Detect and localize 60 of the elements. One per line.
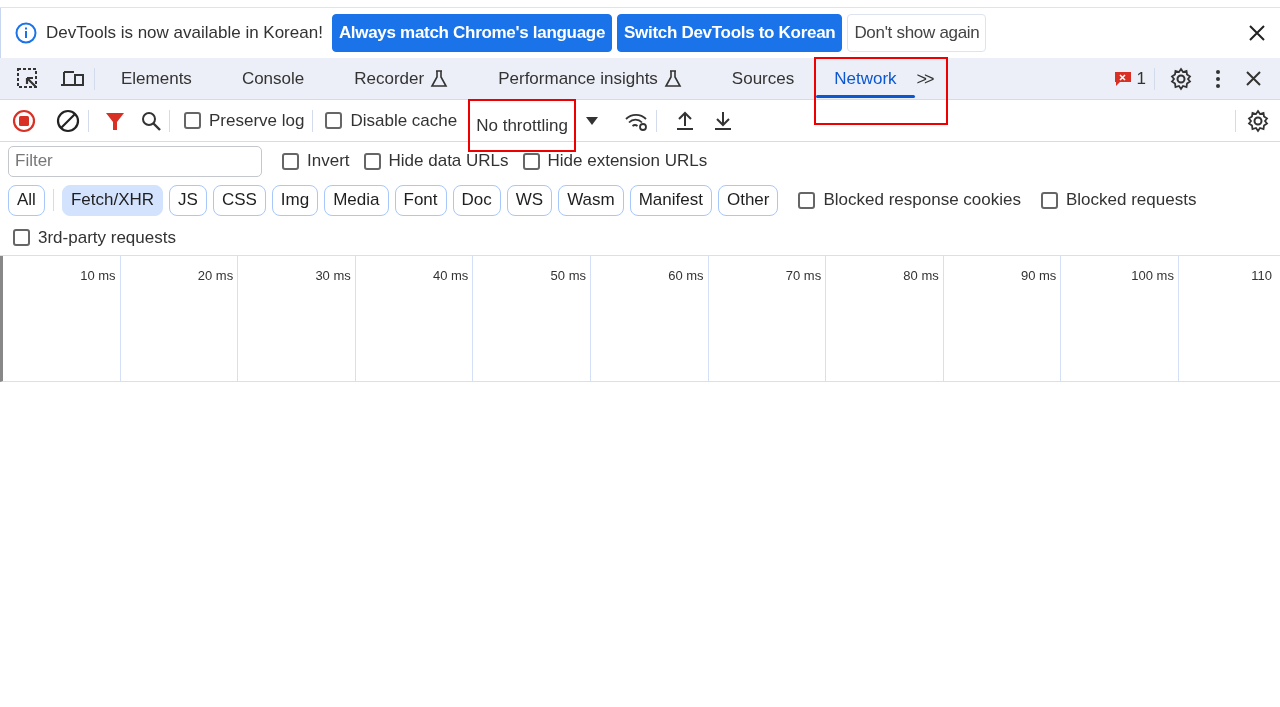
download-icon[interactable] [712,110,733,131]
language-button[interactable]: Always match Chrome's language [331,14,613,52]
type-filter-chip[interactable]: Doc [452,184,501,216]
flask-icon[interactable] [663,69,682,88]
timeline-tick-label: 110 [1251,267,1272,282]
type-filter-chip[interactable]: JS [169,184,207,216]
request-option-checkbox[interactable]: Blocked requests [1041,187,1197,213]
timeline-tick-label: 10 ms [80,267,116,282]
type-filter-chip[interactable]: Manifest [629,184,712,216]
request-option-checkbox[interactable]: 3rd-party requests [13,224,176,251]
language-button[interactable]: Switch DevTools to Korean [617,14,843,52]
close-icon[interactable] [1245,70,1262,87]
filter-input[interactable]: Filter [8,145,262,177]
type-filter-chip[interactable]: CSS [212,184,266,216]
timeline-tick-label: 60 ms [668,267,704,282]
preserve-log-checkbox[interactable]: Preserve log [184,107,305,134]
more-options-icon[interactable] [1215,68,1221,89]
issue-icon [1114,71,1131,86]
disable-cache-checkbox[interactable]: Disable cache [325,107,458,134]
timeline-tick-label: 20 ms [197,267,234,282]
timeline-tick-label: 90 ms [1020,267,1057,282]
type-filter-chip[interactable]: WS [506,184,553,216]
dropdown-caret-icon[interactable] [585,116,598,125]
panel-tab[interactable]: Elements [103,58,210,99]
type-filter-chip[interactable]: Font [394,184,447,216]
upload-icon[interactable] [674,110,695,131]
record-icon[interactable] [12,108,36,133]
search-icon[interactable] [141,110,161,131]
panel-tab[interactable]: Console [223,58,323,99]
panel-tab[interactable]: Sources [713,58,813,99]
type-filter-chip[interactable]: All [8,184,45,216]
type-filter-chip[interactable]: Wasm [558,184,624,216]
clear-icon[interactable] [56,108,80,133]
type-filter-chip[interactable]: Media [324,184,389,216]
issues-button[interactable]: 1 [1114,65,1146,92]
timeline-tick-label: 80 ms [903,267,939,282]
panel-tab[interactable]: Network [816,59,915,99]
type-filter-chip[interactable]: Img [271,184,319,216]
filter-option-checkbox[interactable]: Invert [282,148,350,174]
panel-tab[interactable]: Recorder [336,58,467,99]
timeline-tick-label: 100 ms [1131,267,1174,282]
more-tabs-button[interactable]: >> [916,59,932,99]
timeline-tick-label: 70 ms [785,267,822,282]
timeline-tick-label: 40 ms [432,267,469,282]
flask-icon[interactable] [430,69,449,88]
info-message: DevTools is now available in Korean! [46,22,323,45]
request-option-checkbox[interactable]: Blocked response cookies [798,187,1021,213]
close-icon[interactable] [1248,24,1266,42]
info-icon[interactable] [15,22,37,44]
timeline-tick-label: 50 ms [550,267,586,282]
settings-icon[interactable] [1246,108,1270,133]
dismiss-button[interactable]: Don't show again [847,14,987,52]
type-filter-chip[interactable]: Other [717,184,779,216]
inspect-icon[interactable] [16,66,40,91]
panel-tab[interactable]: Performance insights [480,58,700,99]
type-filter-chip[interactable]: Fetch/XHR [61,184,164,216]
timeline-tick-label: 30 ms [315,267,351,282]
filter-icon[interactable] [105,110,125,131]
throttling-dropdown[interactable]: No throttling [468,99,576,152]
settings-icon[interactable] [1169,66,1193,91]
